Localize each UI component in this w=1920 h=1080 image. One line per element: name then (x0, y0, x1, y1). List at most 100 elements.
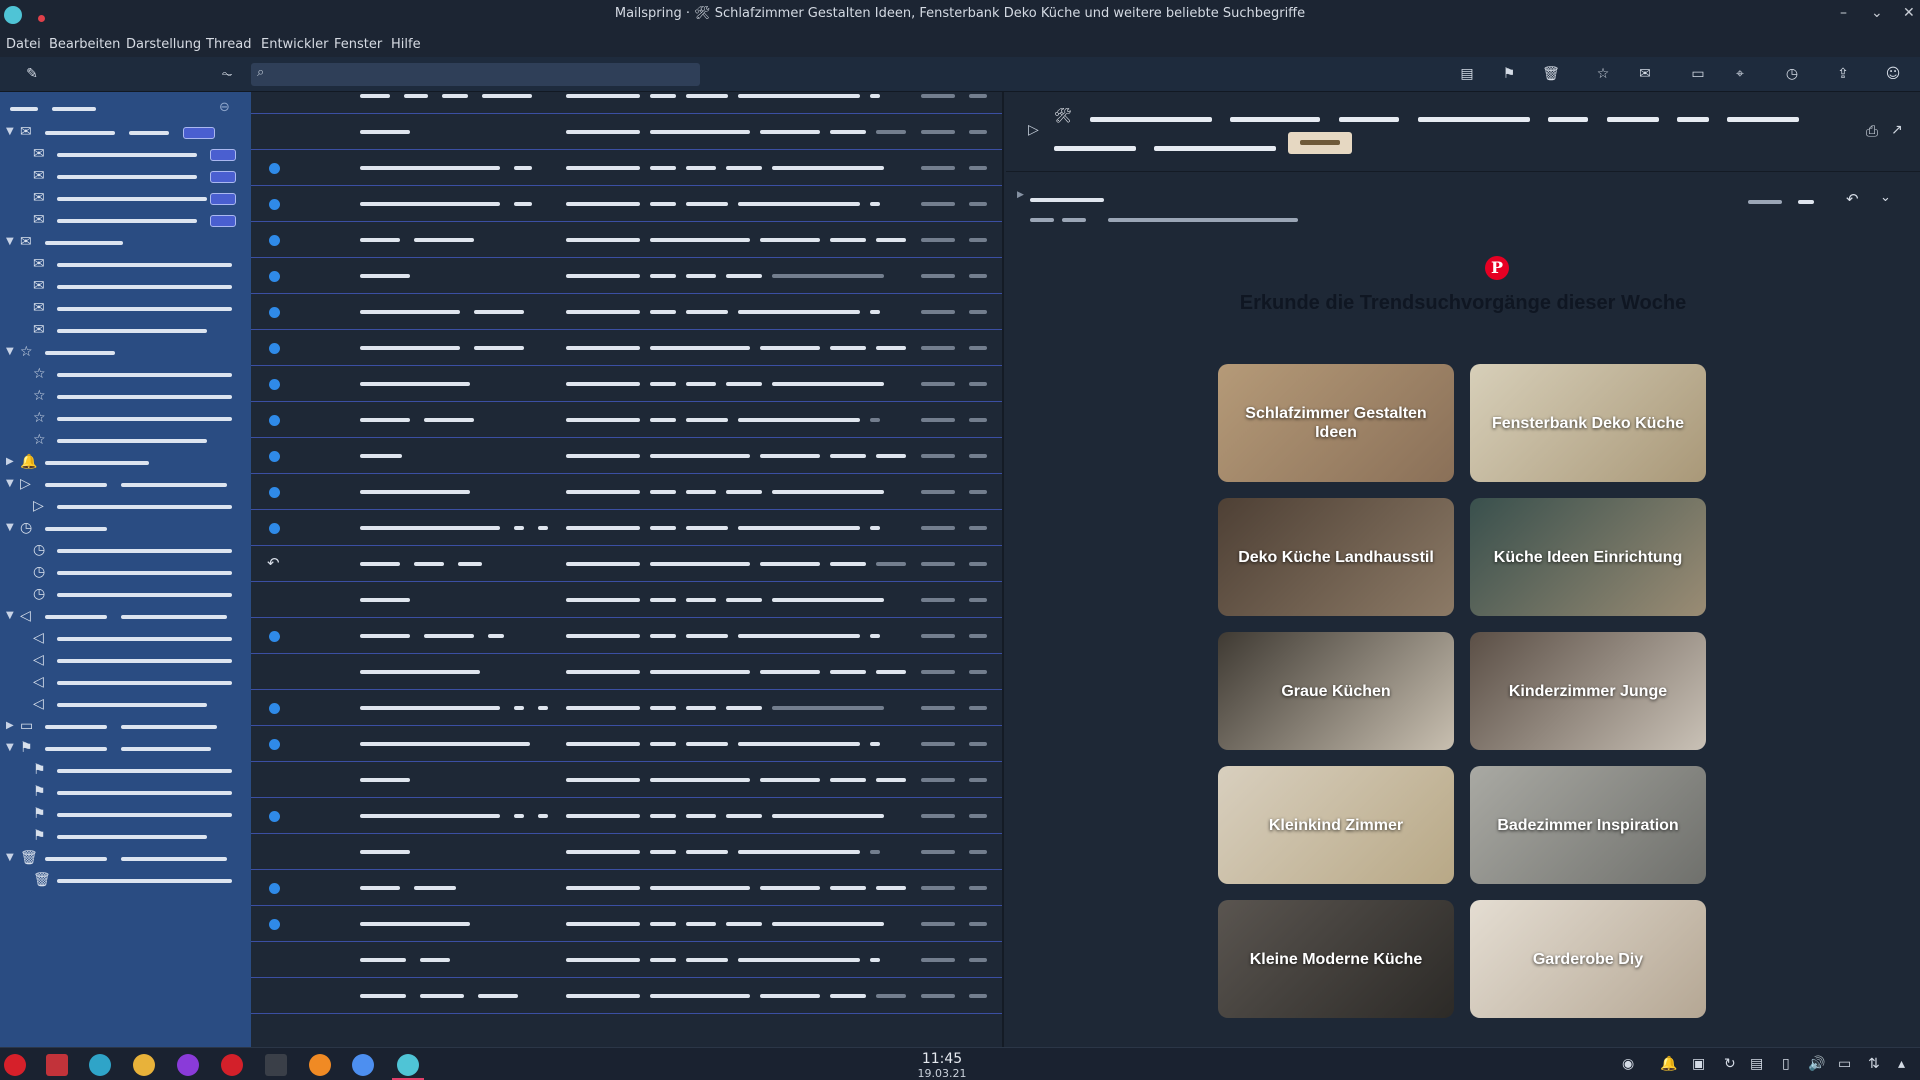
sidebar-item[interactable]: ✉ (0, 144, 251, 166)
firefox-icon[interactable] (177, 1054, 199, 1076)
terminal-icon[interactable] (265, 1054, 287, 1076)
collapse-arrow-icon[interactable]: ▼ (6, 478, 14, 489)
thread-row[interactable] (251, 870, 1002, 906)
sidebar-account-group[interactable]: ▼ ◷ (0, 518, 251, 540)
sidebar-item[interactable]: ✉ (0, 188, 251, 210)
more-options-icon[interactable]: ⌄ (1880, 190, 1891, 205)
mailspring-taskbar-icon[interactable] (397, 1054, 419, 1076)
trend-tile[interactable]: Kinderzimmer Junge (1470, 632, 1706, 750)
snooze-icon[interactable]: ◷ (1781, 63, 1803, 85)
unread-dot[interactable] (269, 307, 280, 318)
thread-row[interactable] (251, 222, 1002, 258)
collapse-arrow-icon[interactable]: ▼ (6, 236, 14, 247)
unread-dot[interactable] (269, 919, 280, 930)
thread-row[interactable] (251, 654, 1002, 690)
edge-browser-icon[interactable] (89, 1054, 111, 1076)
thread-row[interactable] (251, 762, 1002, 798)
sidebar-item[interactable]: ◁ (0, 694, 251, 716)
thread-row[interactable] (251, 690, 1002, 726)
search-input[interactable] (275, 66, 675, 83)
sidebar-item[interactable]: ⚑ (0, 804, 251, 826)
trend-tile[interactable]: Garderobe Diy (1470, 900, 1706, 1018)
thread-row[interactable] (251, 978, 1002, 1014)
expand-arrow-icon[interactable]: ▶ (6, 720, 14, 731)
menu-thread[interactable]: Thread (206, 37, 251, 52)
updates-icon[interactable]: ↻ (1724, 1056, 1736, 1072)
sidebar-item[interactable]: ☆ (0, 430, 251, 452)
menu-fenster[interactable]: Fenster (334, 37, 382, 52)
unread-dot[interactable] (269, 487, 280, 498)
thread-row[interactable] (251, 726, 1002, 762)
thread-row[interactable] (251, 906, 1002, 942)
unread-dot[interactable] (269, 271, 280, 282)
sidebar-account-group[interactable]: ▼ ☆ (0, 342, 251, 364)
thunderbird-icon[interactable] (309, 1054, 331, 1076)
sidebar-item[interactable]: ✉ (0, 166, 251, 188)
thread-row[interactable] (251, 114, 1002, 150)
sidebar-account-group[interactable]: ▶ 🔔 (0, 452, 251, 474)
move-folder-icon[interactable]: ▭ (1687, 63, 1709, 85)
unread-dot[interactable] (269, 883, 280, 894)
thread-row[interactable] (251, 294, 1002, 330)
collapse-toggle-icon[interactable]: ▶ (1017, 190, 1024, 200)
trend-tile[interactable]: Deko Küche Landhausstil (1218, 498, 1454, 616)
collapse-arrow-icon[interactable]: ▼ (6, 126, 14, 137)
thread-row[interactable] (251, 438, 1002, 474)
collapse-arrow-icon[interactable]: ▼ (6, 522, 14, 533)
maximize-button[interactable]: ⌄ (1871, 5, 1883, 21)
sidebar-account-group[interactable]: ▼ 🗑 (0, 848, 251, 870)
thread-row[interactable] (251, 798, 1002, 834)
account-icon[interactable]: ☺ (1882, 63, 1904, 85)
sidebar-item[interactable]: ☆ (0, 408, 251, 430)
label-icon[interactable]: ⌖ (1729, 63, 1751, 85)
reply-icon[interactable]: ↶ (1846, 190, 1859, 208)
sidebar-account-group[interactable]: ▼ ▷ (0, 474, 251, 496)
sidebar-account-group[interactable]: ▼ ◁ (0, 606, 251, 628)
spam-icon[interactable]: ⚑ (1498, 63, 1520, 85)
sidebar-item[interactable]: ✉ (0, 320, 251, 342)
notification-bell-icon[interactable]: 🔔 (1660, 1056, 1677, 1072)
unread-dot[interactable] (269, 451, 280, 462)
unread-dot[interactable] (269, 235, 280, 246)
thread-row[interactable] (251, 474, 1002, 510)
sidebar-item[interactable]: ⚑ (0, 782, 251, 804)
clock-time[interactable]: 11:45 (900, 1051, 984, 1067)
sidebar-item[interactable]: ⚑ (0, 760, 251, 782)
thread-row[interactable] (251, 582, 1002, 618)
compose-icon[interactable]: ✎ (21, 63, 43, 85)
trend-tile[interactable]: Küche Ideen Einrichtung (1470, 498, 1706, 616)
sidebar-item[interactable]: ☆ (0, 364, 251, 386)
sidebar-item[interactable]: ✉ (0, 276, 251, 298)
network-icon[interactable]: ⇅ (1868, 1056, 1880, 1072)
collapse-arrow-icon[interactable]: ▼ (6, 742, 14, 753)
unread-dot[interactable] (269, 199, 280, 210)
display-icon[interactable]: ▭ (1838, 1056, 1851, 1072)
file-manager-icon[interactable] (46, 1054, 68, 1076)
menu-entwickler[interactable]: Entwickler (261, 37, 328, 52)
expand-arrow-icon[interactable]: ▶ (6, 456, 14, 467)
collapse-arrow-icon[interactable]: ▼ (6, 610, 14, 621)
sidebar-item[interactable]: ✉ (0, 254, 251, 276)
mark-unread-icon[interactable]: ✉ (1634, 63, 1656, 85)
sidebar-item[interactable]: ◷ (0, 562, 251, 584)
thread-row[interactable] (251, 150, 1002, 186)
clipboard-icon[interactable]: ▤ (1750, 1056, 1763, 1072)
sidebar-account-group[interactable]: ▼ ⚑ (0, 738, 251, 760)
opera-icon[interactable] (221, 1054, 243, 1076)
archive-icon[interactable]: ▤ (1456, 63, 1478, 85)
kde-connect-icon[interactable]: ◉ (1622, 1056, 1634, 1072)
search-box[interactable]: ⌕ (251, 63, 700, 86)
collapse-arrow-icon[interactable]: ▼ (6, 346, 14, 357)
star-icon[interactable]: ☆ (1592, 63, 1614, 85)
collapse-arrow-icon[interactable]: ▼ (6, 852, 14, 863)
unread-dot[interactable] (269, 631, 280, 642)
print-icon[interactable]: ⎙ (1866, 122, 1878, 140)
sidebar-item[interactable]: ⚑ (0, 826, 251, 848)
menu-hilfe[interactable]: Hilfe (391, 37, 421, 52)
menu-bearbeiten[interactable]: Bearbeiten (49, 37, 120, 52)
unread-dot[interactable] (269, 379, 280, 390)
volume-icon[interactable]: 🔊 (1808, 1056, 1825, 1072)
thread-row[interactable] (251, 402, 1002, 438)
share-icon[interactable]: ⇪ (1832, 63, 1854, 85)
label-chip[interactable] (1288, 132, 1352, 154)
